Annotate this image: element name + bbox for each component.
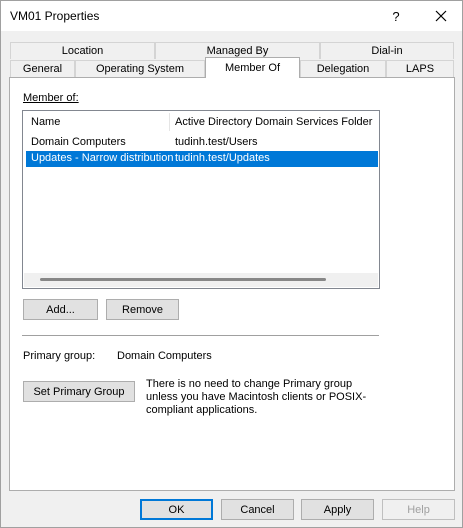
group-folder: tudinh.test/Updates xyxy=(175,152,270,164)
remove-button[interactable]: Remove xyxy=(106,299,179,320)
properties-dialog: VM01 Properties ? Location Managed By Di… xyxy=(0,0,463,528)
primary-group-label: Primary group: xyxy=(23,350,96,362)
column-header-label: Name xyxy=(31,116,61,128)
primary-group-note: There is no need to change Primary group… xyxy=(146,378,367,416)
column-header-name[interactable]: Name xyxy=(31,111,169,133)
set-primary-group-button[interactable]: Set Primary Group xyxy=(23,381,135,402)
divider xyxy=(22,335,379,336)
group-name: Updates - Narrow distribution xyxy=(31,152,174,164)
column-header-folder[interactable]: Active Directory Domain Services Folder xyxy=(175,111,375,133)
set-primary-group-label: Set Primary Group xyxy=(33,385,125,398)
panel-content: Member of: Name Active Directory Domain … xyxy=(1,1,463,528)
add-button[interactable]: Add... xyxy=(23,299,98,320)
list-item[interactable]: Domain Computers tudinh.test/Users xyxy=(26,135,378,151)
add-button-label: Add... xyxy=(46,303,75,316)
column-divider[interactable] xyxy=(169,113,170,131)
remove-button-label: Remove xyxy=(122,303,163,316)
member-of-listview[interactable]: Name Active Directory Domain Services Fo… xyxy=(22,110,380,289)
primary-group-value: Domain Computers xyxy=(117,350,212,362)
group-folder: tudinh.test/Users xyxy=(175,136,258,148)
horizontal-scrollbar[interactable] xyxy=(24,273,378,287)
list-item[interactable]: Updates - Narrow distribution tudinh.tes… xyxy=(26,151,378,167)
member-of-label: Member of: xyxy=(23,92,79,104)
scrollbar-thumb[interactable] xyxy=(40,278,326,281)
column-header-label: Active Directory Domain Services Folder xyxy=(175,116,373,128)
group-name: Domain Computers xyxy=(31,136,126,148)
